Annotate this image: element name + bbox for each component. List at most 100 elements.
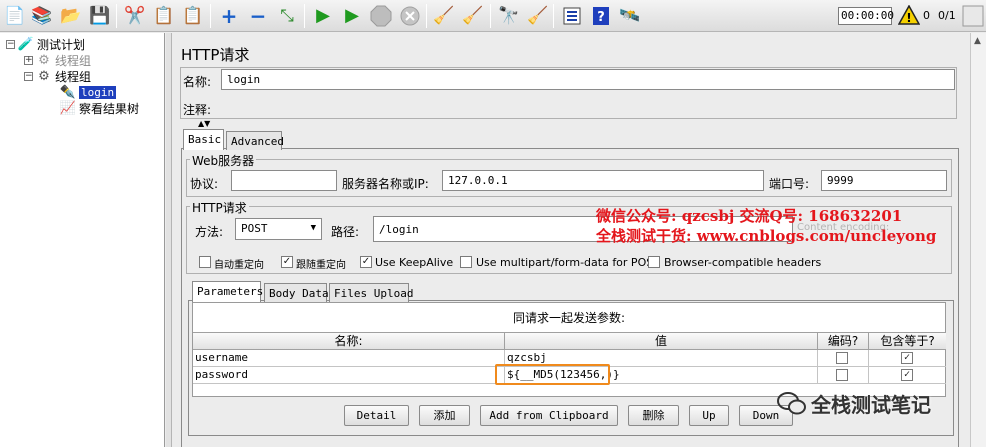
toolbar-separator: [490, 4, 491, 28]
server-input[interactable]: 127.0.0.1: [442, 170, 764, 191]
tree-node-thread-group[interactable]: − ⚙ 线程组: [24, 68, 91, 84]
help-icon[interactable]: ?: [589, 4, 613, 28]
checkbox-encode[interactable]: [836, 369, 848, 381]
open-icon[interactable]: 📂: [59, 4, 83, 28]
keepalive-label: Use KeepAlive: [375, 256, 454, 269]
tree-node-http-sampler[interactable]: ✒️ login: [59, 84, 117, 100]
collapse-icon[interactable]: −: [246, 4, 270, 28]
expand-toggle[interactable]: +: [24, 55, 33, 65]
active-thread-count: 0/1: [938, 9, 956, 22]
checkbox-auto-redirect[interactable]: [199, 256, 211, 268]
clear-icon[interactable]: 🧹: [432, 4, 456, 28]
add-button[interactable]: 添加: [419, 405, 470, 426]
clear-all-icon[interactable]: 🧹: [461, 4, 485, 28]
start-icon[interactable]: ▶: [311, 4, 335, 28]
pane-splitter[interactable]: [166, 33, 172, 447]
toolbar-separator: [553, 4, 554, 28]
tree-node-thread-group-disabled[interactable]: + ⚙ 线程组: [24, 52, 91, 68]
vertical-scrollbar[interactable]: ▲: [970, 33, 986, 447]
comment-label: 注释:: [183, 103, 212, 117]
checkbox-keepalive[interactable]: ✓: [360, 256, 372, 268]
column-header-include-equals[interactable]: 包含等于?: [869, 332, 946, 350]
tree-node-view-results-tree[interactable]: 📈 察看结果树: [60, 100, 139, 116]
tree-node-label: 线程组: [55, 53, 92, 68]
collapse-toggle[interactable]: −: [24, 71, 33, 81]
tab-basic[interactable]: Basic: [183, 129, 224, 150]
parameters-caption: 同请求一起发送参数:: [512, 311, 626, 325]
method-select[interactable]: POST ▼: [235, 218, 322, 240]
detail-button[interactable]: Detail: [344, 405, 409, 426]
search-icon[interactable]: 🔭: [497, 4, 521, 28]
checkbox-include-equals[interactable]: ✓: [901, 352, 913, 364]
collapse-toggle[interactable]: −: [6, 39, 15, 49]
shutdown-icon[interactable]: [398, 4, 422, 28]
path-label: 路径:: [331, 225, 360, 239]
reset-search-icon[interactable]: 🧹: [526, 4, 550, 28]
gear-icon: ⚙: [38, 68, 50, 84]
stop-icon[interactable]: [369, 4, 393, 28]
up-button[interactable]: Up: [689, 405, 729, 426]
comment-input[interactable]: [221, 97, 955, 117]
server-label: 服务器名称或IP:: [342, 177, 429, 191]
warning-icon[interactable]: !: [897, 4, 921, 25]
save-icon[interactable]: 💾: [88, 4, 112, 28]
watermark-bottom: 全栈测试笔记: [777, 389, 931, 418]
templates-icon[interactable]: 📚: [30, 4, 54, 28]
status-indicator-icon: [962, 5, 984, 27]
toolbar-separator: [426, 4, 427, 28]
tab-advanced[interactable]: Advanced: [226, 131, 284, 150]
tab-parameters[interactable]: Parameters: [192, 281, 263, 302]
checkbox-encode[interactable]: [836, 352, 848, 364]
function-helper-icon[interactable]: [560, 4, 584, 28]
cut-icon[interactable]: ✂️: [123, 4, 147, 28]
tab-files-upload[interactable]: Files Upload: [329, 283, 413, 302]
method-value: POST: [241, 222, 268, 235]
follow-redirect-label: 跟随重定向: [296, 260, 346, 271]
watermark-bottom-text: 全栈测试笔记: [811, 393, 931, 417]
checkbox-browser-headers[interactable]: [648, 256, 660, 268]
param-name-cell[interactable]: username: [193, 350, 505, 367]
scroll-up-icon[interactable]: ▲: [974, 36, 981, 46]
web-server-title: Web服务器: [190, 152, 257, 169]
param-include-equals-cell: ✓: [869, 350, 946, 367]
multipart-label: Use multipart/form-data for POST: [476, 256, 660, 269]
parameters-table: 同请求一起发送参数: 名称: 值 编码? 包含等于? username qzcs…: [192, 302, 946, 397]
checkbox-multipart[interactable]: [460, 256, 472, 268]
divider-grip-icon[interactable]: ▲▼: [198, 119, 210, 128]
toggle-icon[interactable]: ⤡: [275, 4, 299, 28]
checkbox-follow-redirect[interactable]: ✓: [281, 256, 293, 268]
delete-button[interactable]: 删除: [628, 405, 679, 426]
watermark-line-2: 全栈测试干货: www.cnblogs.com/uncleyong: [596, 227, 937, 245]
column-header-name[interactable]: 名称:: [193, 332, 505, 350]
new-icon[interactable]: 📄: [3, 4, 27, 28]
pipette-icon: ✒️: [59, 84, 77, 100]
watermark-line-1: 微信公众号: qzcsbj 交流Q号: 168632201: [596, 207, 903, 225]
add-from-clipboard-button[interactable]: Add from Clipboard: [480, 405, 618, 426]
toolbar: 📄 📚 📂 💾 ✂️ 📋 📋 + − ⤡ ▶ ▶ 🧹 🧹 🔭 🧹 ? 🛰️ 00…: [0, 0, 986, 32]
name-input[interactable]: login: [221, 69, 955, 90]
http-request-group-title: HTTP请求: [190, 199, 249, 216]
elapsed-timer: 00:00:00: [838, 7, 894, 25]
expand-icon[interactable]: +: [217, 4, 241, 28]
tree-node-label: 察看结果树: [79, 101, 140, 116]
toolbar-separator: [304, 4, 305, 28]
paste-icon[interactable]: 📋: [181, 4, 205, 28]
panel-title: HTTP请求: [181, 46, 250, 64]
remote-icon[interactable]: 🛰️: [618, 4, 642, 28]
tree-node-label: 测试计划: [37, 37, 86, 52]
copy-icon[interactable]: 📋: [152, 4, 176, 28]
column-header-value[interactable]: 值: [505, 332, 818, 350]
param-name-cell[interactable]: password: [193, 367, 505, 384]
param-include-equals-cell: ✓: [869, 367, 946, 384]
checkbox-include-equals[interactable]: ✓: [901, 369, 913, 381]
tree-node-test-plan[interactable]: − 🧪 测试计划: [6, 36, 85, 52]
protocol-input[interactable]: [231, 170, 337, 191]
param-encode-cell: [818, 367, 869, 384]
column-header-encode[interactable]: 编码?: [818, 332, 869, 350]
toolbar-separator: [116, 4, 117, 28]
tree-node-label: 线程组: [55, 69, 92, 84]
start-no-pause-icon[interactable]: ▶: [340, 4, 364, 28]
tab-body-data[interactable]: Body Data: [264, 283, 329, 302]
chart-icon: 📈: [59, 100, 77, 116]
port-input[interactable]: 9999: [821, 170, 947, 191]
